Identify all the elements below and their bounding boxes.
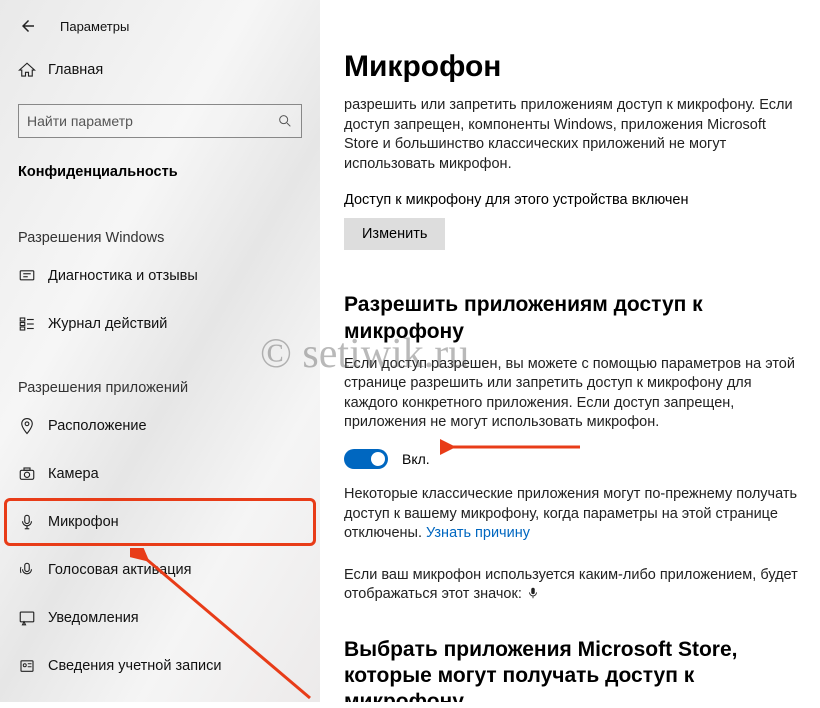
app-title: Параметры xyxy=(60,19,129,34)
sidebar-item-account-info[interactable]: Сведения учетной записи xyxy=(0,642,320,690)
main-content: Микрофон разрешить или запретить приложе… xyxy=(320,0,820,702)
sidebar-item-notifications[interactable]: Уведомления xyxy=(0,594,320,642)
sidebar-item-camera[interactable]: Камера xyxy=(0,450,320,498)
in-use-text: Если ваш микрофон используется каким-либ… xyxy=(344,566,798,605)
voice-icon xyxy=(18,561,48,579)
change-button[interactable]: Изменить xyxy=(344,218,445,250)
notification-icon xyxy=(18,609,48,627)
section-allow-apps-text: Если доступ разрешен, вы можете с помощь… xyxy=(344,355,798,433)
search-input-wrap[interactable] xyxy=(18,104,302,138)
section-choose-apps-title: Выбрать приложения Microsoft Store, кото… xyxy=(344,637,798,702)
current-section-label: Конфиденциальность xyxy=(0,142,320,190)
group1-title: Разрешения Windows xyxy=(0,190,320,252)
camera-icon xyxy=(18,465,48,483)
search-icon xyxy=(277,113,293,129)
search-input[interactable] xyxy=(27,113,277,129)
sidebar-item-location[interactable]: Расположение xyxy=(0,402,320,450)
back-button[interactable] xyxy=(18,16,38,36)
back-arrow-icon xyxy=(19,17,37,35)
location-icon xyxy=(18,417,48,435)
allow-apps-toggle[interactable] xyxy=(344,449,388,469)
sidebar: Параметры Главная Конфиденциальность Раз… xyxy=(0,0,320,702)
device-status-text: Доступ к микрофону для этого устройства … xyxy=(344,192,798,208)
account-icon xyxy=(18,657,48,675)
activity-icon xyxy=(18,315,48,333)
learn-why-link[interactable]: Узнать причину xyxy=(426,525,530,541)
mic-tray-icon xyxy=(526,586,540,602)
intro-text: разрешить или запретить приложениям дост… xyxy=(344,96,798,174)
sidebar-item-microphone[interactable]: Микрофон xyxy=(0,498,320,546)
sidebar-item-activity-history[interactable]: Журнал действий xyxy=(0,300,320,348)
classic-apps-text: Некоторые классические приложения могут … xyxy=(344,485,798,544)
group2-title: Разрешения приложений xyxy=(0,348,320,402)
toggle-label: Вкл. xyxy=(402,451,430,467)
sidebar-home[interactable]: Главная xyxy=(0,46,320,94)
home-icon xyxy=(18,61,48,79)
microphone-icon xyxy=(18,513,48,531)
feedback-icon xyxy=(18,267,48,285)
sidebar-home-label: Главная xyxy=(48,62,103,78)
page-title: Микрофон xyxy=(344,50,798,84)
sidebar-item-diagnostics[interactable]: Диагностика и отзывы xyxy=(0,252,320,300)
sidebar-item-voice-activation[interactable]: Голосовая активация xyxy=(0,546,320,594)
section-allow-apps-title: Разрешить приложениям доступ к микрофону xyxy=(344,292,798,345)
